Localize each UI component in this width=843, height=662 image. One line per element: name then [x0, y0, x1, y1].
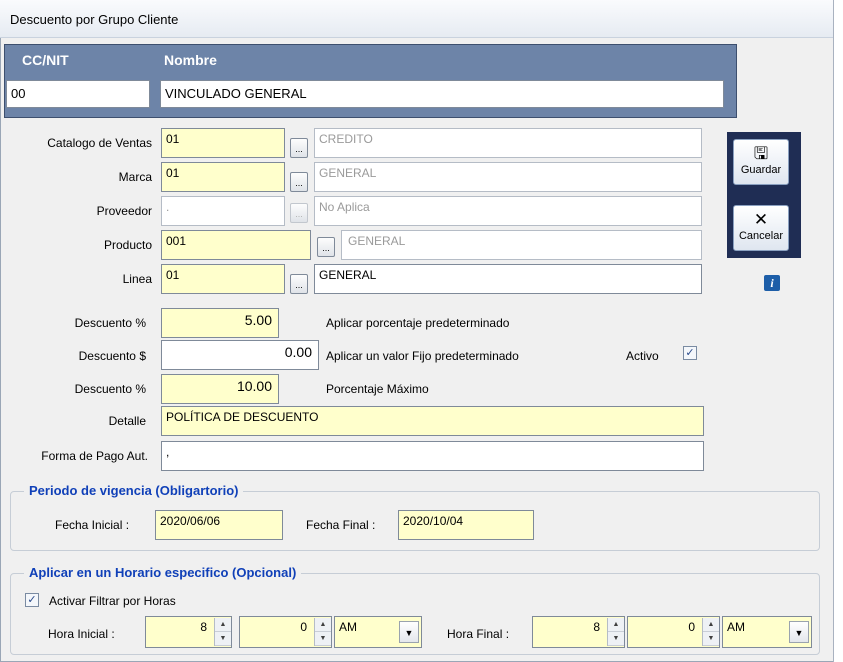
activo-checkbox[interactable]: ✓: [683, 346, 697, 360]
cc-nit-label: CC/NIT: [22, 52, 69, 68]
spin-up-icon[interactable]: ▲: [703, 618, 719, 632]
descuento-max-field[interactable]: 10.00: [161, 374, 279, 404]
catalogo-code-field[interactable]: 01: [161, 128, 285, 158]
hora-inicial-ampm-value: AM: [339, 620, 357, 634]
spin-down-icon[interactable]: ▼: [215, 632, 231, 646]
linea-lookup-button[interactable]: ...: [290, 274, 308, 294]
spin-up-icon[interactable]: ▲: [315, 618, 331, 632]
marca-desc-field: GENERAL: [314, 162, 702, 192]
spin-up-icon[interactable]: ▲: [215, 618, 231, 632]
nombre-field[interactable]: VINCULADO GENERAL: [160, 80, 724, 108]
proveedor-desc-field: No Aplica: [314, 196, 702, 226]
spin-up-icon[interactable]: ▲: [608, 618, 624, 632]
marca-code-field[interactable]: 01: [161, 162, 285, 192]
fecha-final-field[interactable]: 2020/10/04: [398, 510, 534, 540]
filtrar-horas-checkbox[interactable]: ✓: [25, 593, 39, 607]
cancelar-button[interactable]: ✕ Cancelar: [733, 205, 789, 251]
info-icon[interactable]: i: [764, 275, 780, 291]
forma-pago-field[interactable]: ,: [161, 441, 704, 471]
nombre-label: Nombre: [164, 52, 217, 68]
detalle-field[interactable]: POLÍTICA DE DESCUENTO: [161, 406, 704, 436]
descuento-max-label: Descuento %: [74, 382, 146, 396]
activo-label: Activo: [626, 349, 659, 363]
catalogo-desc-field: CREDITO: [314, 128, 702, 158]
window-title: Descuento por Grupo Cliente: [10, 12, 179, 27]
fecha-final-label: Fecha Final :: [306, 518, 376, 532]
proveedor-code-field[interactable]: .: [161, 196, 285, 226]
producto-code-field[interactable]: 001: [161, 230, 311, 260]
window-right-edge: [833, 0, 843, 662]
forma-pago-label: Forma de Pago Aut.: [41, 449, 148, 463]
catalogo-lookup-button[interactable]: ...: [290, 138, 308, 158]
spin-down-icon[interactable]: ▼: [703, 632, 719, 646]
cancel-icon: ✕: [753, 210, 769, 229]
proveedor-label: Proveedor: [96, 204, 152, 218]
save-icon: 🖫: [753, 144, 769, 163]
proveedor-lookup-button[interactable]: ...: [290, 203, 308, 223]
spin-down-icon[interactable]: ▼: [608, 632, 624, 646]
fecha-inicial-label: Fecha Inicial :: [55, 518, 130, 532]
cc-nit-field[interactable]: 00: [6, 80, 150, 108]
chevron-down-icon[interactable]: ▼: [789, 621, 809, 643]
vigencia-title: Periodo de vigencia (Obligartorio): [24, 483, 244, 498]
descuento-val-label: Descuento $: [78, 349, 146, 363]
guardar-button[interactable]: 🖫 Guardar: [733, 139, 789, 185]
hora-inicial-h-spinner[interactable]: ▲ ▼: [214, 618, 231, 646]
descuento-val-note: Aplicar un valor Fijo predeterminado: [326, 349, 519, 363]
hora-final-ampm-value: AM: [727, 620, 745, 634]
linea-label: Linea: [122, 272, 152, 286]
descuento-max-note: Porcentaje Máximo: [326, 382, 429, 396]
horario-title: Aplicar en un Horario especifico (Opcion…: [24, 565, 302, 580]
fecha-inicial-field[interactable]: 2020/06/06: [155, 510, 283, 540]
marca-label: Marca: [118, 170, 152, 184]
descuento-pct-field[interactable]: 5.00: [161, 308, 279, 338]
linea-desc-field: GENERAL: [314, 264, 702, 294]
filtrar-horas-label: Activar Filtrar por Horas: [49, 594, 176, 608]
hora-final-m-spinner[interactable]: ▲ ▼: [702, 618, 719, 646]
producto-desc-field: GENERAL: [341, 230, 702, 260]
spin-down-icon[interactable]: ▼: [315, 632, 331, 646]
guardar-label: Guardar: [740, 164, 782, 176]
descuento-pct-label: Descuento %: [74, 316, 146, 330]
catalogo-label: Catalogo de Ventas: [47, 136, 152, 150]
producto-label: Producto: [103, 238, 152, 252]
hora-inicial-label: Hora Inicial :: [48, 627, 115, 641]
linea-code-field[interactable]: 01: [161, 264, 285, 294]
descuento-pct-note: Aplicar porcentaje predeterminado: [326, 316, 510, 330]
descuento-val-field[interactable]: 0.00: [161, 340, 319, 370]
detalle-label: Detalle: [108, 414, 146, 428]
producto-lookup-button[interactable]: ...: [317, 237, 335, 257]
hora-final-label: Hora Final :: [447, 627, 510, 641]
chevron-down-icon[interactable]: ▼: [399, 621, 419, 643]
hora-final-h-spinner[interactable]: ▲ ▼: [607, 618, 624, 646]
cancelar-label: Cancelar: [738, 230, 784, 242]
marca-lookup-button[interactable]: ...: [290, 172, 308, 192]
hora-inicial-m-spinner[interactable]: ▲ ▼: [314, 618, 331, 646]
